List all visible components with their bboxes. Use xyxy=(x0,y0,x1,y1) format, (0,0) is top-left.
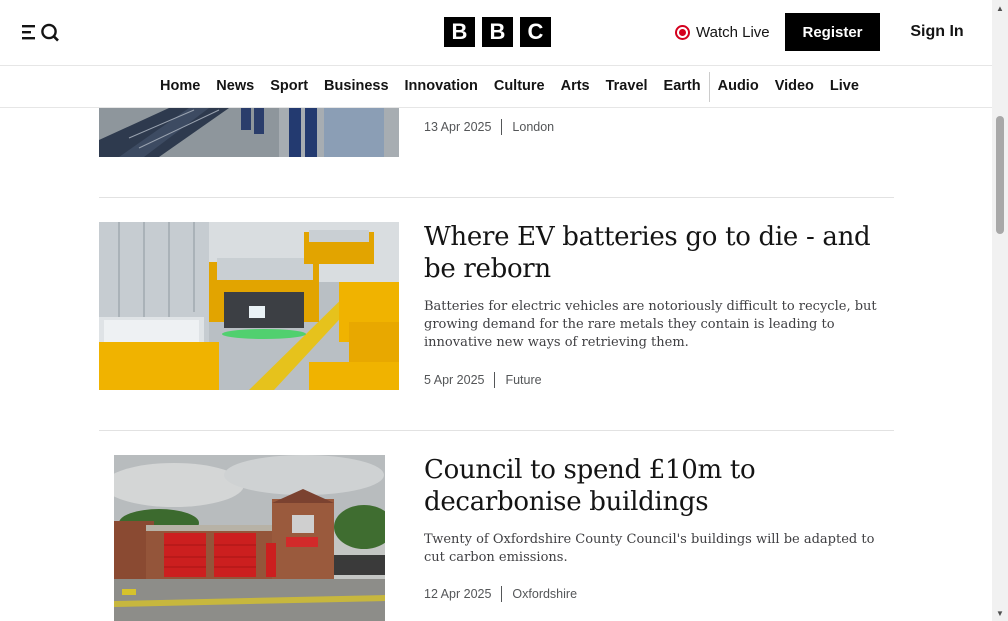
article-meta: 5 Apr 2025 Future xyxy=(424,372,542,388)
scroll-up-icon[interactable]: ▲ xyxy=(992,0,1008,16)
logo-letter: C xyxy=(520,17,551,47)
page-scrollbar[interactable]: ▲ ▼ xyxy=(992,0,1008,621)
bbc-logo[interactable]: B B C xyxy=(444,17,551,47)
article-section[interactable]: London xyxy=(512,120,554,134)
nav-item-news[interactable]: News xyxy=(208,66,262,107)
watch-live-link[interactable]: Watch Live xyxy=(675,22,770,42)
sign-in-button[interactable]: Sign In xyxy=(904,13,970,51)
watch-live-label: Watch Live xyxy=(696,23,770,41)
meta-divider xyxy=(501,119,503,135)
article-thumbnail-ev-batteries[interactable] xyxy=(99,222,399,390)
register-button[interactable]: Register xyxy=(785,13,880,51)
article-summary: Twenty of Oxfordshire County Council's b… xyxy=(424,532,875,565)
logo-letter: B xyxy=(444,17,475,47)
article-section[interactable]: Oxfordshire xyxy=(512,587,577,601)
article-date: 13 Apr 2025 xyxy=(424,120,492,134)
article-summary: Batteries for electric vehicles are noto… xyxy=(424,299,877,350)
meta-divider xyxy=(494,372,496,388)
article-headline[interactable]: Where EV batteries go to die - and be re… xyxy=(424,221,894,285)
menu-search-button[interactable] xyxy=(21,22,61,42)
logo-letter: B xyxy=(482,17,513,47)
live-dot-icon xyxy=(675,24,690,40)
nav-item-culture[interactable]: Culture xyxy=(486,66,553,107)
article-section[interactable]: Future xyxy=(505,373,541,387)
nav-item-home[interactable]: Home xyxy=(152,66,208,107)
nav-item-arts[interactable]: Arts xyxy=(553,66,598,107)
article-list: 13 Apr 2025 London Where EV batteries go… xyxy=(0,108,992,621)
article-headline[interactable]: Council to spend £10m to decarbonise bui… xyxy=(424,454,894,518)
article-thumbnail-fire-station[interactable] xyxy=(114,455,385,621)
article-divider xyxy=(99,430,894,431)
main-nav: Home News Sport Business Innovation Cult… xyxy=(0,66,992,108)
meta-divider xyxy=(501,586,503,602)
article-thumbnail-solar[interactable] xyxy=(99,108,399,157)
menu-search-icon xyxy=(22,23,59,42)
nav-item-innovation[interactable]: Innovation xyxy=(397,66,486,107)
article-divider xyxy=(99,197,894,198)
article-meta: 13 Apr 2025 London xyxy=(424,119,554,135)
nav-item-business[interactable]: Business xyxy=(316,66,396,107)
article-meta: 12 Apr 2025 Oxfordshire xyxy=(424,586,577,602)
article-date: 5 Apr 2025 xyxy=(424,373,485,387)
nav-item-live[interactable]: Live xyxy=(822,66,867,107)
scroll-down-icon[interactable]: ▼ xyxy=(992,605,1008,621)
nav-item-earth[interactable]: Earth xyxy=(656,66,709,107)
nav-item-travel[interactable]: Travel xyxy=(598,66,656,107)
scrollbar-thumb[interactable] xyxy=(996,116,1004,234)
nav-item-sport[interactable]: Sport xyxy=(262,66,316,107)
nav-item-video[interactable]: Video xyxy=(767,66,822,107)
top-bar: B B C Watch Live Register Sign In xyxy=(0,0,992,66)
article-date: 12 Apr 2025 xyxy=(424,587,492,601)
nav-item-audio[interactable]: Audio xyxy=(710,66,767,107)
